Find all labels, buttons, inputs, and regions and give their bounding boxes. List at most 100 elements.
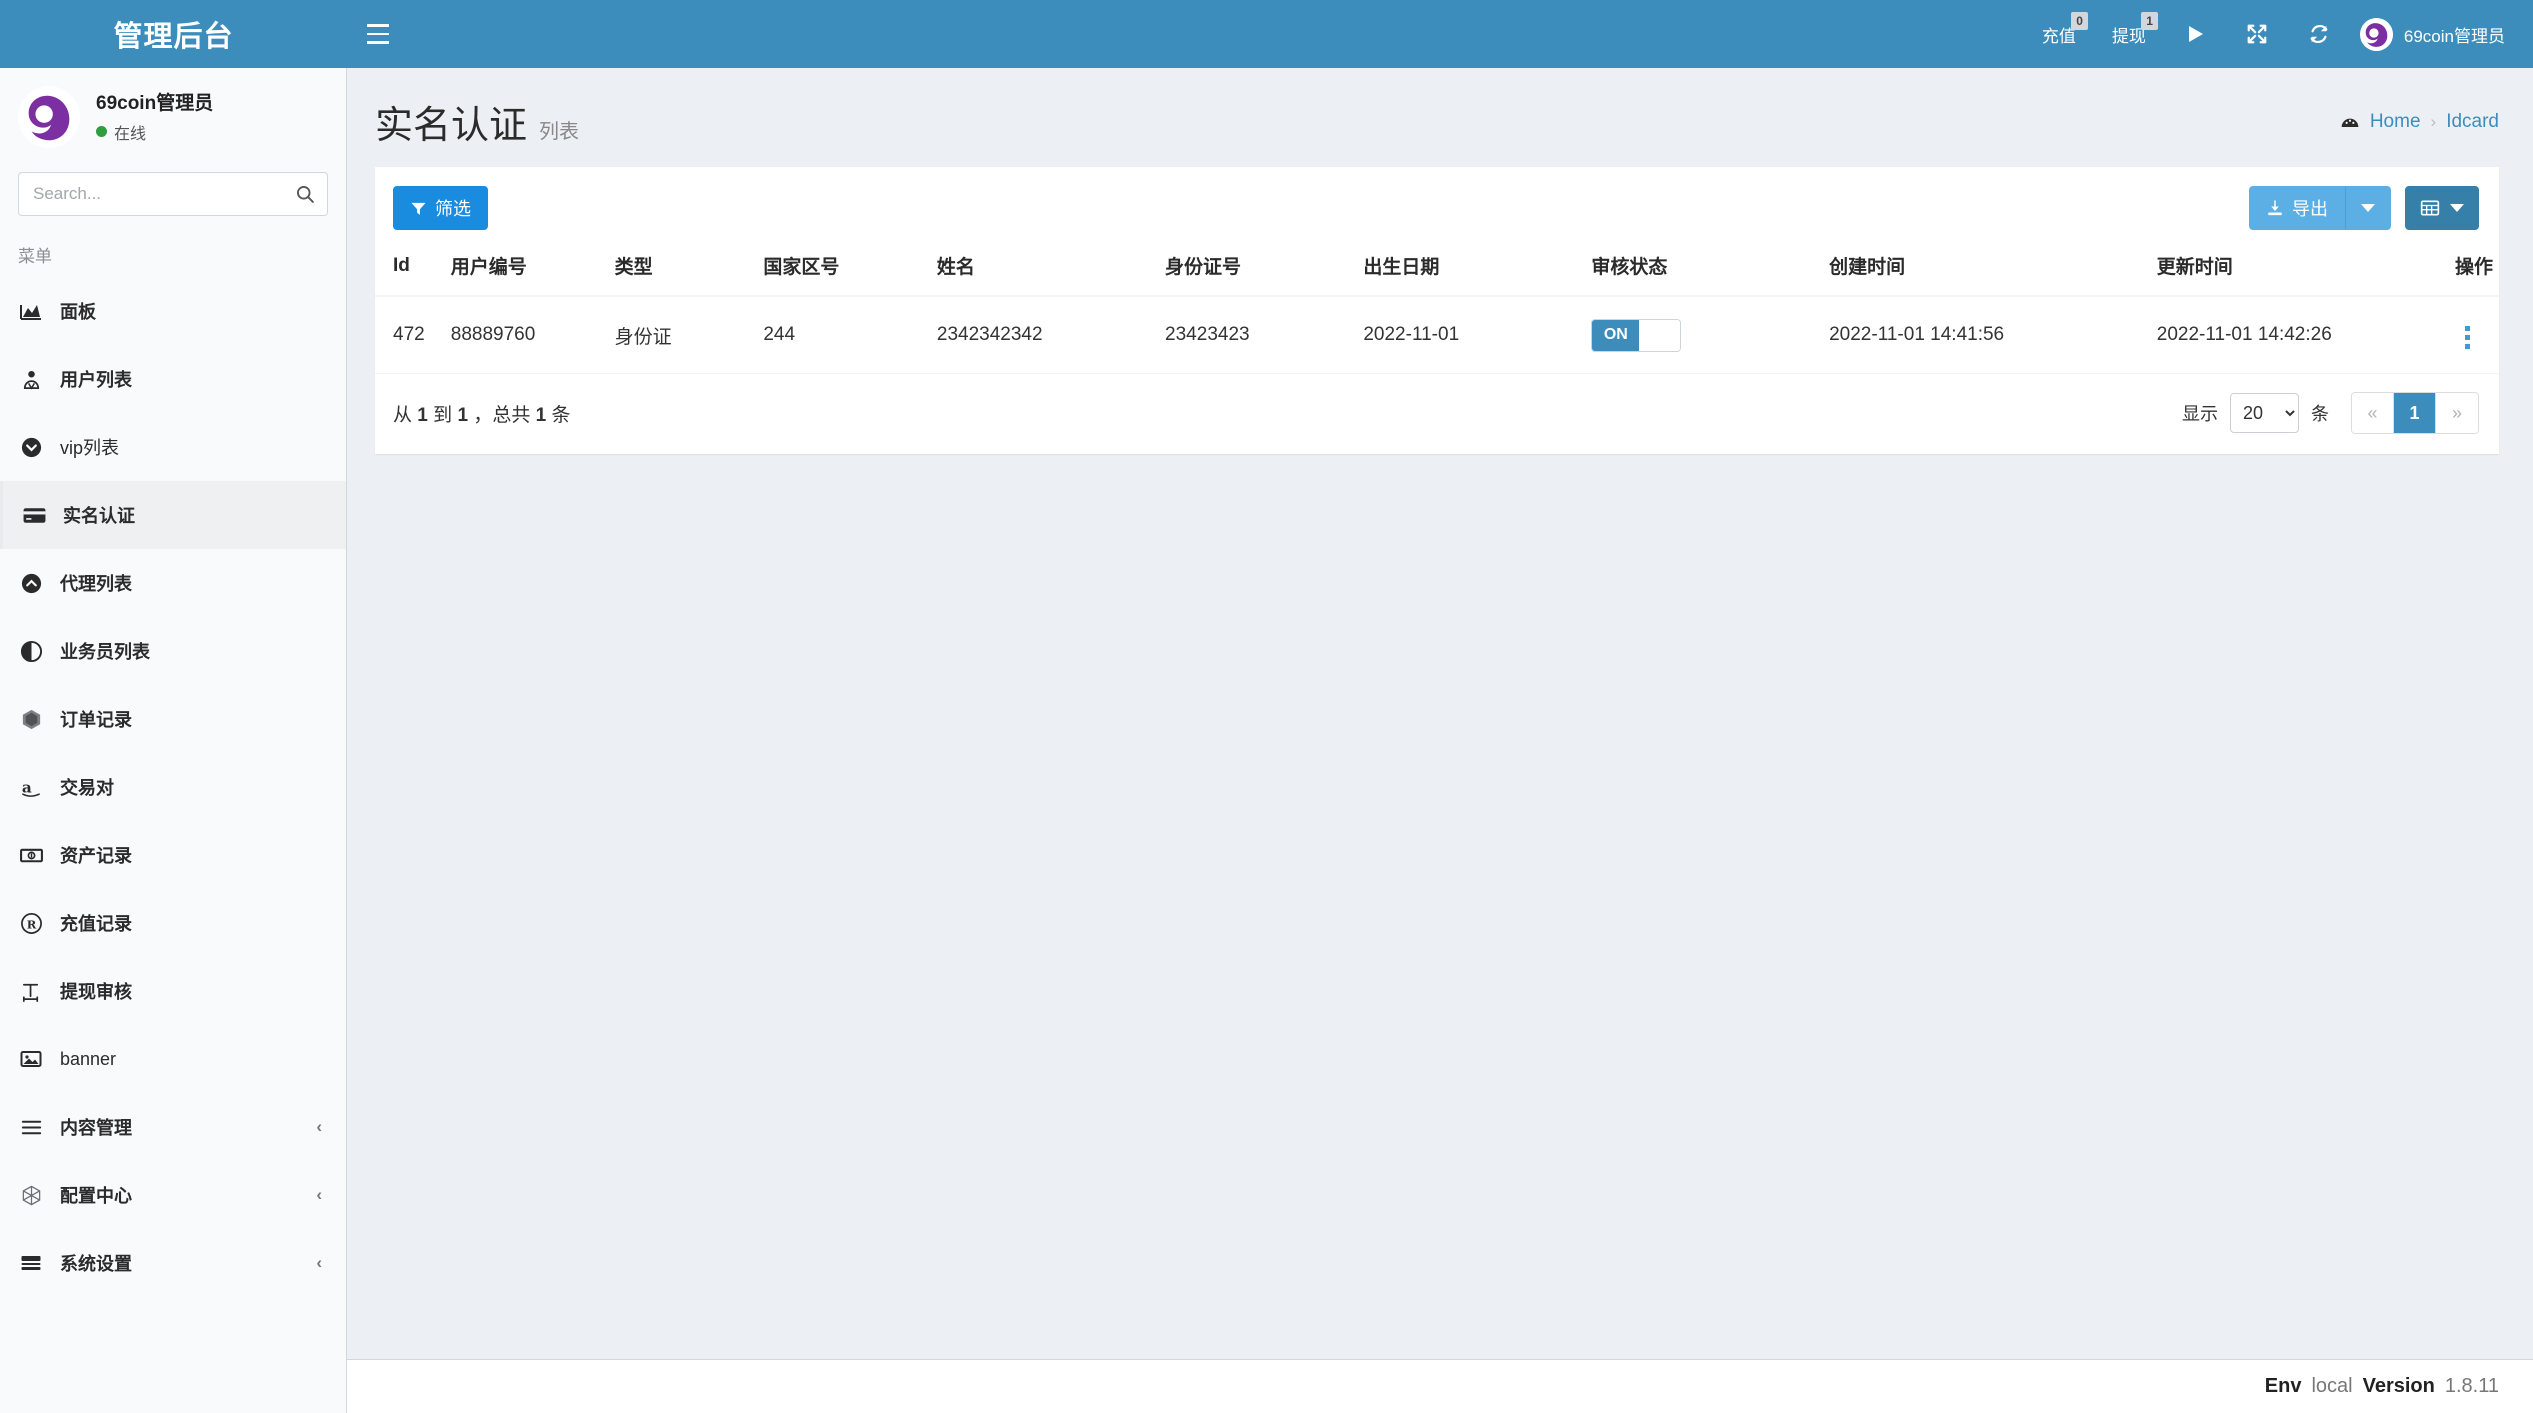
sidebar-item-banner-label: banner — [60, 1048, 117, 1069]
table-grid-icon — [2420, 198, 2440, 218]
pagination-summary-prefix: 从 — [393, 404, 413, 426]
app-footer: Env local Version 1.8.11 — [347, 1359, 2533, 1413]
column-header-name[interactable]: 姓名 — [930, 242, 1160, 297]
sidebar-item-trading-pair[interactable]: a 交易对 — [0, 753, 346, 821]
page-size-label: 显示 — [2182, 404, 2218, 424]
sidebar-item-asset-records[interactable]: 资产记录 — [0, 821, 346, 889]
content-header: 实名认证 列表 Home › Idcard — [347, 68, 2533, 167]
table-header-row: Id 用户编号 类型 国家区号 姓名 身份证号 出生日期 审核状态 创建时间 更… — [375, 242, 2499, 297]
sidebar-item-recharge-records[interactable]: R 充值记录 — [0, 889, 346, 957]
pagination-next-button[interactable]: » — [2436, 393, 2478, 433]
table-row[interactable]: 472 88889760 身份证 244 2342342342 23423423… — [375, 296, 2499, 374]
sidebar-item-banner[interactable]: banner — [0, 1025, 346, 1093]
sidebar-item-salesperson-list-label: 业务员列表 — [60, 642, 150, 662]
refresh-icon — [2308, 23, 2330, 45]
page-size-select[interactable]: 20 50 100 — [2230, 393, 2299, 433]
breadcrumb-home-link[interactable]: Home — [2370, 111, 2421, 133]
registered-icon: R — [18, 912, 44, 935]
pagination-summary-to: 1 — [457, 404, 469, 426]
user-icon — [18, 368, 44, 391]
pagination-prev-button[interactable]: « — [2352, 393, 2394, 433]
brand-logo[interactable]: 管理后台 — [0, 0, 347, 68]
column-header-operation[interactable]: 操作 — [2448, 242, 2499, 297]
avatar — [2359, 17, 2393, 51]
sidebar-user-status: 在线 — [96, 120, 213, 144]
search-icon — [295, 184, 315, 204]
refresh-button[interactable] — [2288, 0, 2350, 68]
funnel-icon — [410, 200, 427, 217]
sidebar-toggle-button[interactable] — [347, 0, 409, 68]
search-button[interactable] — [283, 173, 327, 215]
content-wrapper: 实名认证 列表 Home › Idcard 筛选 导出 Id 用户编号 类型 国… — [347, 68, 2533, 1413]
column-header-status[interactable]: 审核状态 — [1585, 242, 1824, 297]
pagination-controls: 显示 20 50 100 条 « 1 » — [2182, 392, 2479, 434]
search-input[interactable] — [18, 172, 328, 216]
filter-button[interactable]: 筛选 — [393, 186, 488, 230]
sidebar-user-name: 69coin管理员 — [96, 93, 214, 115]
column-header-country[interactable]: 国家区号 — [757, 242, 931, 297]
table-footer: 从 1 到 1 ，总共 1 条 显示 20 50 100 条 « 1 — [375, 374, 2499, 454]
page-size-unit: 条 — [2311, 404, 2329, 424]
sidebar-item-config-center[interactable]: 配置中心 ‹ — [0, 1161, 346, 1229]
cell-birth: 2022-11-01 — [1357, 296, 1586, 374]
sidebar-item-user-list[interactable]: 用户列表 — [0, 345, 346, 413]
column-header-updated[interactable]: 更新时间 — [2150, 242, 2449, 297]
sidebar-item-withdraw-review[interactable]: 提现审核 — [0, 957, 346, 1025]
export-button[interactable]: 导出 — [2249, 186, 2345, 230]
caret-down-icon — [2450, 203, 2464, 213]
image-icon — [18, 1047, 44, 1071]
text-height-icon — [18, 980, 44, 1003]
chevron-circle-down-icon — [18, 436, 44, 459]
env-value: local — [2311, 1375, 2353, 1397]
column-header-type[interactable]: 类型 — [608, 242, 758, 297]
sidebar-item-system-settings[interactable]: 系统设置 ‹ — [0, 1229, 346, 1297]
user-menu-button[interactable]: 69coin管理员 — [2350, 0, 2519, 68]
navbar-right: 充值 0 提现 1 69coin管理员 — [2024, 0, 2533, 68]
table-toolbar-right: 导出 — [2249, 186, 2479, 230]
sidebar-item-idcard[interactable]: 实名认证 — [0, 481, 346, 549]
pagination-summary-total: 1 — [535, 404, 547, 426]
row-actions-button[interactable] — [2455, 320, 2480, 355]
cell-type: 身份证 — [608, 296, 758, 374]
play-button[interactable] — [2164, 0, 2226, 68]
online-status-dot-icon — [96, 126, 107, 138]
sidebar-user-info: 69coin管理员 在线 — [96, 90, 213, 144]
sidebar-item-vip-list[interactable]: vip列表 — [0, 413, 346, 481]
sidebar-item-asset-records-label: 资产记录 — [60, 846, 132, 866]
pagination-summary-suffix: 条 — [551, 404, 571, 426]
column-header-id-number[interactable]: 身份证号 — [1159, 242, 1358, 297]
sidebar: 69coin管理员 在线 菜单 面板 — [0, 68, 347, 1413]
cell-id-number: 23423423 — [1159, 296, 1358, 374]
adjust-icon — [18, 640, 44, 663]
bars-icon — [367, 21, 389, 47]
pagination-page-1[interactable]: 1 — [2394, 393, 2436, 433]
status-toggle-switch[interactable]: ON — [1591, 318, 1682, 352]
breadcrumb-current: Idcard — [2446, 110, 2499, 132]
nav-item-withdraw-badge: 1 — [2141, 12, 2158, 30]
dashboard-icon — [2340, 112, 2360, 132]
pagination-summary: 从 1 到 1 ，总共 1 条 — [393, 400, 570, 427]
sidebar-item-dashboard[interactable]: 面板 — [0, 277, 346, 345]
money-bill-icon — [18, 843, 44, 868]
sidebar-item-content-management[interactable]: 内容管理 ‹ — [0, 1093, 346, 1161]
fullscreen-button[interactable] — [2226, 0, 2288, 68]
pagination: « 1 » — [2351, 392, 2479, 434]
status-toggle-label: ON — [1592, 319, 1640, 351]
sidebar-item-agent-list[interactable]: 代理列表 — [0, 549, 346, 617]
sidebar-item-salesperson-list[interactable]: 业务员列表 — [0, 617, 346, 685]
navbar: 充值 0 提现 1 69coin管理员 — [347, 0, 2533, 68]
column-header-birth[interactable]: 出生日期 — [1357, 242, 1586, 297]
column-header-user-no[interactable]: 用户编号 — [444, 242, 609, 297]
export-dropdown-button[interactable] — [2345, 186, 2391, 230]
version-label: Version — [2362, 1375, 2435, 1397]
nav-item-recharge[interactable]: 充值 0 — [2024, 0, 2094, 68]
brand-title: 管理后台 — [113, 21, 234, 53]
nav-item-withdraw[interactable]: 提现 1 — [2094, 0, 2164, 68]
sidebar-menu-header: 菜单 — [18, 247, 52, 266]
column-header-created[interactable]: 创建时间 — [1823, 242, 2151, 297]
column-toggle-button[interactable] — [2405, 186, 2479, 230]
sidebar-item-order-records[interactable]: 订单记录 — [0, 685, 346, 753]
cell-operation — [2448, 296, 2499, 374]
column-header-id[interactable]: Id — [375, 242, 445, 297]
page-title-text: 实名认证 — [375, 105, 528, 147]
